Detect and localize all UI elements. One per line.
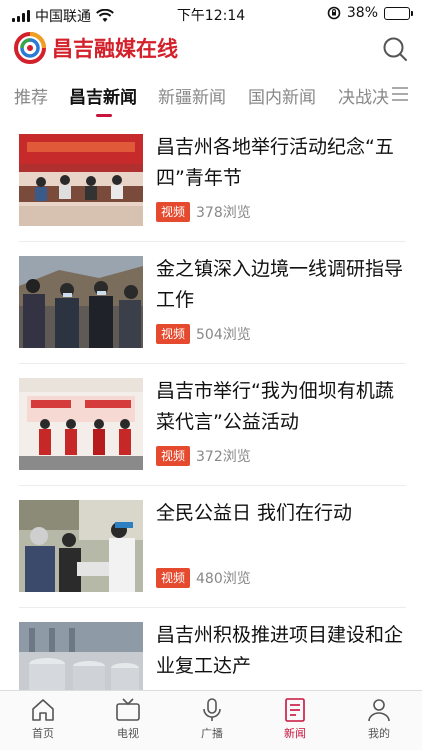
status-bar: 中国联通 下午12:14 38% <box>0 0 422 28</box>
video-badge: 视频 <box>156 446 191 466</box>
news-title: 全民公益日 我们在行动 <box>156 502 353 524</box>
news-meta: 视频 480浏览 <box>156 568 251 588</box>
search-icon[interactable] <box>382 36 408 62</box>
news-title: 昌吉市举行“我为佃坝有机蔬菜代言”公益活动 <box>156 380 394 433</box>
tab-domestic-news[interactable]: 国内新闻 <box>248 83 316 108</box>
nav-tv[interactable]: 电视 <box>98 697 158 741</box>
microphone-icon <box>203 698 221 721</box>
news-title: 昌吉州积极推进项目建设和企业复工达产 <box>156 624 404 677</box>
nav-home-label: 首页 <box>32 727 54 740</box>
app-header: 昌吉融媒在线 <box>0 28 422 72</box>
view-count: 378浏览 <box>196 205 251 221</box>
news-thumbnail <box>19 134 143 226</box>
view-count: 480浏览 <box>196 571 251 587</box>
news-title: 金之镇深入边境一线调研指导工作 <box>156 258 404 311</box>
nav-tv-label: 电视 <box>117 727 139 740</box>
view-count: 504浏览 <box>196 327 251 343</box>
news-meta: 视频 378浏览 <box>156 202 251 222</box>
bottom-nav: 首页 电视 广播 新闻 我的 <box>0 690 422 750</box>
nav-home[interactable]: 首页 <box>13 697 73 741</box>
news-title: 昌吉州各地举行活动纪念“五四”青年节 <box>156 136 394 189</box>
logo-icon <box>14 32 46 64</box>
active-tab-indicator <box>96 114 112 117</box>
nav-profile[interactable]: 我的 <box>349 697 409 741</box>
user-icon <box>368 699 390 722</box>
news-meta: 视频 372浏览 <box>156 446 251 466</box>
video-badge: 视频 <box>156 568 191 588</box>
nav-news[interactable]: 新闻 <box>265 697 325 741</box>
tab-recommend[interactable]: 推荐 <box>14 83 48 108</box>
status-right: 38% <box>327 5 413 21</box>
rotation-lock-icon <box>327 6 341 20</box>
news-thumbnail <box>19 378 143 470</box>
news-thumbnail <box>19 256 143 348</box>
more-tabs-icon[interactable] <box>386 85 408 103</box>
tab-decisive-battle[interactable]: 决战决 <box>338 83 389 108</box>
news-item[interactable]: 昌吉州各地举行活动纪念“五四”青年节 视频 378浏览 <box>0 120 422 242</box>
video-badge: 视频 <box>156 202 191 222</box>
news-item[interactable]: 全民公益日 我们在行动 视频 480浏览 <box>0 486 422 608</box>
app-name: 昌吉融媒在线 <box>52 37 178 61</box>
news-item[interactable]: 金之镇深入边境一线调研指导工作 视频 504浏览 <box>0 242 422 364</box>
tab-changji-news[interactable]: 昌吉新闻 <box>69 83 137 108</box>
nav-news-label: 新闻 <box>284 727 306 740</box>
news-thumbnail <box>19 500 143 592</box>
news-meta: 视频 504浏览 <box>156 324 251 344</box>
view-count: 372浏览 <box>196 449 251 465</box>
app-logo: 昌吉融媒在线 <box>14 32 178 64</box>
category-tabs: 推荐 昌吉新闻 新疆新闻 国内新闻 决战决 <box>0 78 422 120</box>
home-icon <box>32 699 54 721</box>
tab-xinjiang-news[interactable]: 新疆新闻 <box>158 83 226 108</box>
nav-radio-label: 广播 <box>201 727 223 740</box>
battery-percent: 38% <box>346 5 378 21</box>
video-badge: 视频 <box>156 324 191 344</box>
tv-icon <box>116 698 140 721</box>
newspaper-icon <box>285 698 305 722</box>
nav-radio[interactable]: 广播 <box>182 697 242 741</box>
nav-profile-label: 我的 <box>368 727 390 740</box>
battery-icon <box>384 6 413 20</box>
news-item[interactable]: 昌吉市举行“我为佃坝有机蔬菜代言”公益活动 视频 372浏览 <box>0 364 422 486</box>
